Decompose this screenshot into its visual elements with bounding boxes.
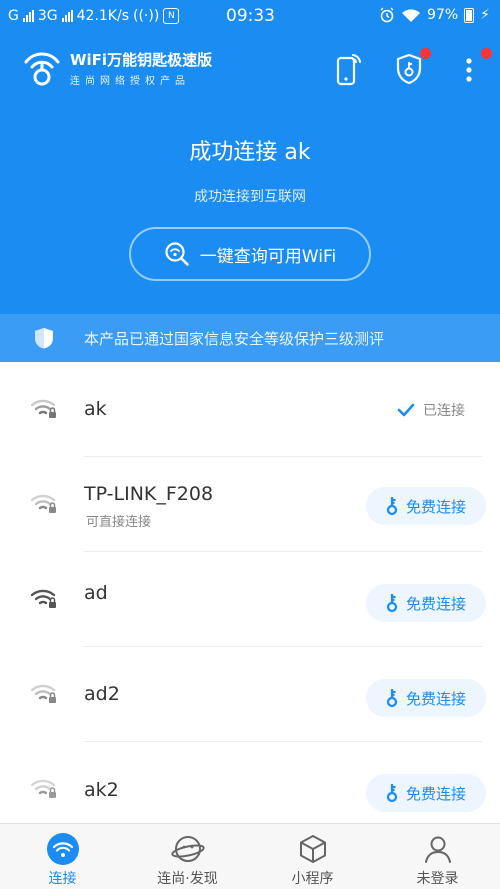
wifi-ssid: ad [84,582,108,604]
check-icon [397,403,415,417]
key-icon [386,689,398,708]
wifi-list-item[interactable]: TP-LINK_F208 可直接连接 免费连接 [0,457,500,552]
key-icon [386,497,398,516]
nav-tab-profile[interactable]: 未登录 [375,824,500,889]
connected-status: 已连接 [397,400,465,420]
connection-title: 成功连接 ak [189,140,311,165]
nav-tab-mini-programs[interactable]: 小程序 [250,824,375,889]
free-connect-button[interactable]: 免费连接 [366,679,486,717]
bottom-nav: 连接 连尚·发现 小程序 未登录 [0,823,500,889]
phone-signal-icon [336,54,361,86]
nav-tab-discover[interactable]: 连尚·发现 [125,824,250,889]
planet-icon [171,836,205,862]
search-wifi-icon [165,242,189,266]
status-left: G 3G 42.1K/s ((·)) N [8,8,180,24]
shield-icon [35,328,53,349]
wifi-key-logo-icon [24,52,60,86]
network-speed: 42.1K/s [76,8,129,24]
signal-icon [22,10,34,22]
wifi-locked-icon [30,589,56,608]
menu-notification-dot [481,48,492,59]
nav-label: 小程序 [291,871,334,887]
wifi-list-item[interactable]: ad2 免费连接 [0,647,500,742]
wifi-locked-icon [30,494,56,513]
battery-level: 97% [427,7,459,23]
signal-icon-2 [61,10,73,22]
free-connect-label: 免费连接 [405,594,466,613]
wifi-locked-icon [30,399,56,418]
notification-app-icon: N [163,8,180,24]
free-connect-button[interactable]: 免费连接 [366,487,486,525]
wifi-list-item[interactable]: ak 已连接 [0,362,500,457]
free-connect-button[interactable]: 免费连接 [366,774,486,812]
more-menu-button[interactable] [456,48,492,86]
wifi-status-icon [402,8,421,22]
wifi-list-item[interactable]: ak2 免费连接 [0,742,500,823]
carrier-1: G [8,8,19,24]
notification-dot [420,48,431,59]
key-icon [386,784,398,803]
hotspot-icon: ((·)) [133,8,160,24]
query-wifi-label: 一键查询可用WiFi [199,246,337,267]
free-connect-label: 免费连接 [405,497,466,516]
header: WiFi万能钥匙极速版 连尚网络授权产品 成功连接 ak 成功连接到互联网 一键… [0,34,500,362]
free-connect-label: 免费连接 [405,784,466,803]
scan-phone-button[interactable] [333,52,363,86]
brand-title: WiFi万能钥匙极速版 [70,51,213,69]
key-shield-button[interactable] [394,48,431,86]
wifi-list-item[interactable]: ad 免费连接 [0,552,500,647]
connected-label: 已连接 [423,403,465,419]
status-right: 97% ⚡ [379,7,490,23]
wifi-ssid: ak [84,398,107,420]
nav-tab-connect[interactable]: 连接 [0,824,125,889]
nav-label: 未登录 [416,871,459,887]
wifi-locked-icon [30,779,56,798]
brand-subtitle: 连尚网络授权产品 [70,76,190,87]
wifi-ssid: ad2 [84,683,120,705]
wifi-locked-icon [30,684,56,703]
status-bar: G 3G 42.1K/s ((·)) N 09:33 97% ⚡ [0,0,500,34]
free-connect-button[interactable]: 免费连接 [366,584,486,622]
cube-icon [300,835,326,863]
carrier-2: 3G [37,8,58,24]
nav-label: 连接 [48,871,77,887]
charging-icon: ⚡ [480,7,490,23]
query-wifi-button[interactable]: 一键查询可用WiFi [129,227,371,281]
nav-label: 连尚·发现 [157,871,218,887]
user-icon [425,836,451,863]
key-shield-icon [396,53,422,85]
free-connect-label: 免费连接 [405,689,466,708]
key-icon [386,594,398,613]
clock: 09:33 [226,6,275,26]
security-notice-text: 本产品已通过国家信息安全等级保护三级测评 [84,329,385,348]
wifi-ssid: TP-LINK_F208 [84,483,214,505]
security-notice-bar: 本产品已通过国家信息安全等级保护三级测评 [0,314,500,362]
battery-icon [464,7,475,23]
wifi-subtitle: 可直接连接 [86,515,152,530]
connection-subtitle: 成功连接到互联网 [194,189,306,205]
wifi-ssid: ak2 [84,779,119,801]
wifi-icon [47,833,79,865]
wifi-network-list: ak 已连接 TP-LINK_F208 可直接连接 免费连接 ad 免费连接 a… [0,362,500,823]
alarm-icon [380,7,394,23]
